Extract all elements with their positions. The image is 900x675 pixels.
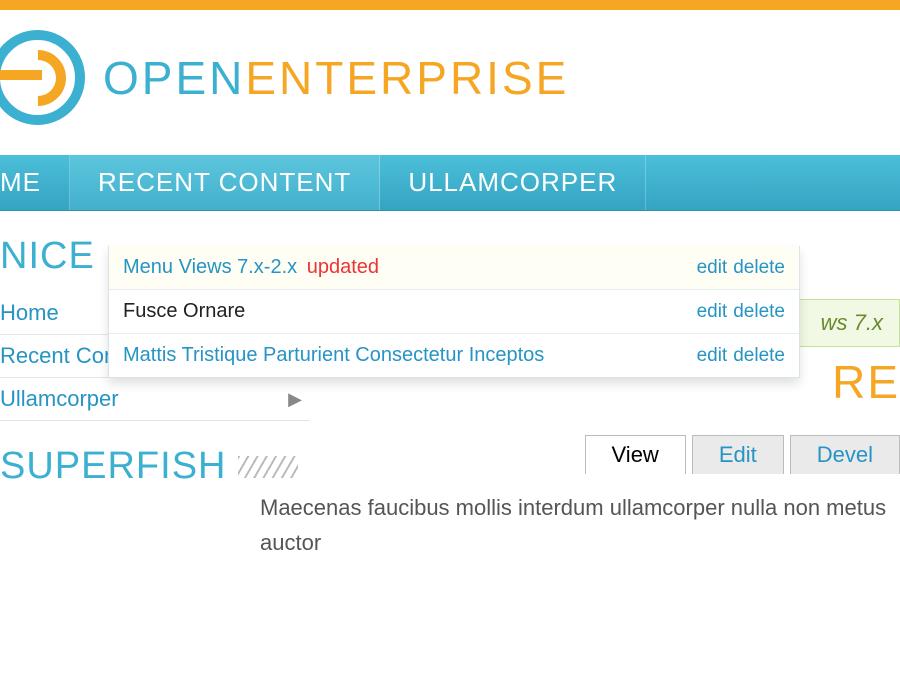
brand-word-enterprise: ENTERPRISE bbox=[245, 52, 569, 104]
updated-badge: updated bbox=[307, 256, 379, 278]
dropdown-item-title[interactable]: Fusce Ornare bbox=[123, 300, 697, 323]
dropdown-row[interactable]: Fusce Ornare edit delete bbox=[109, 290, 799, 334]
brand-word-open: OPEN bbox=[103, 52, 245, 104]
tab-edit[interactable]: Edit bbox=[692, 435, 784, 474]
dropdown-item-title[interactable]: Menu Views 7.x-2.x updated bbox=[123, 256, 697, 279]
dropdown-item-actions: edit delete bbox=[697, 257, 785, 279]
dropdown-row[interactable]: Menu Views 7.x-2.x updated edit delete bbox=[109, 246, 799, 290]
brand-wordmark: OPENENTERPRISE bbox=[103, 51, 569, 105]
tab-view[interactable]: View bbox=[585, 435, 686, 474]
dropdown-item-title[interactable]: Mattis Tristique Parturient Consectetur … bbox=[123, 344, 697, 367]
sidebar-block-title-superfish: SUPERFISH bbox=[0, 445, 310, 488]
body-paragraph: Maecenas faucibus mollis interdum ullamc… bbox=[260, 490, 900, 560]
primary-nav: ME RECENT CONTENT ULLAMCORPER bbox=[0, 155, 900, 211]
dropdown-item-actions: edit delete bbox=[697, 301, 785, 323]
recent-content-dropdown: Menu Views 7.x-2.x updated edit delete F… bbox=[108, 246, 800, 378]
nav-home[interactable]: ME bbox=[0, 155, 70, 210]
delete-link[interactable]: delete bbox=[733, 345, 785, 367]
content-tabs: View Edit Devel bbox=[330, 435, 900, 474]
chevron-right-icon: ▶ bbox=[288, 389, 302, 410]
delete-link[interactable]: delete bbox=[733, 301, 785, 323]
hatch-decoration-icon bbox=[238, 456, 298, 478]
delete-link[interactable]: delete bbox=[733, 257, 785, 279]
edit-link[interactable]: edit bbox=[697, 345, 728, 367]
dropdown-item-actions: edit delete bbox=[697, 345, 785, 367]
logo-icon bbox=[0, 30, 85, 125]
site-header: OPENENTERPRISE bbox=[0, 10, 900, 155]
nav-ullamcorper[interactable]: ULLAMCORPER bbox=[380, 155, 646, 210]
dropdown-row[interactable]: Mattis Tristique Parturient Consectetur … bbox=[109, 334, 799, 377]
nav-recent-content[interactable]: RECENT CONTENT bbox=[70, 155, 380, 210]
top-accent-bar bbox=[0, 0, 900, 10]
edit-link[interactable]: edit bbox=[697, 257, 728, 279]
edit-link[interactable]: edit bbox=[697, 301, 728, 323]
tab-devel[interactable]: Devel bbox=[790, 435, 900, 474]
sidebar-item-ullamcorper[interactable]: Ullamcorper ▶ bbox=[0, 378, 310, 421]
